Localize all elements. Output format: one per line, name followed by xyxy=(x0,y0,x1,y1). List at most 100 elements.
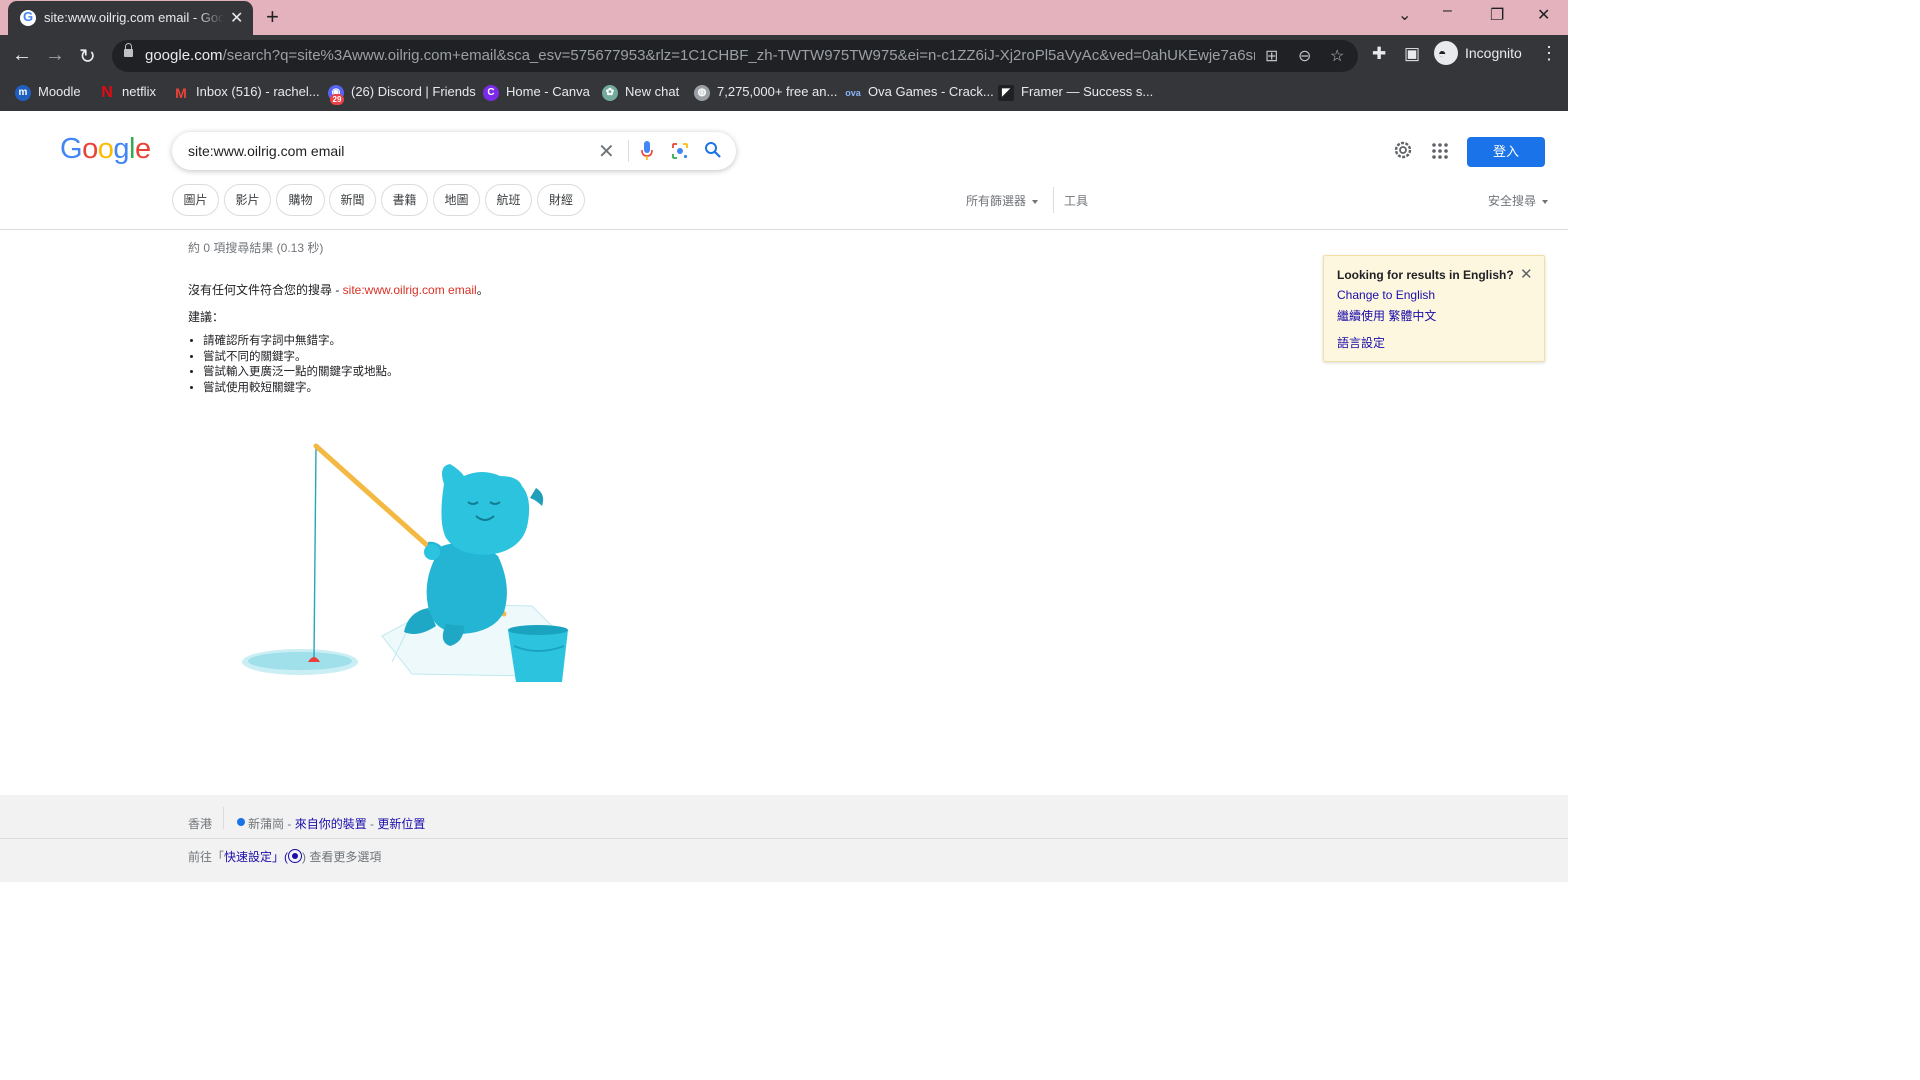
language-suggestion-card: Looking for results in English? ✕ Change… xyxy=(1323,255,1545,362)
language-card-title: Looking for results in English? xyxy=(1337,268,1514,282)
dropdown-arrow-icon xyxy=(1032,199,1039,204)
reload-icon[interactable]: ↻ xyxy=(79,44,96,69)
close-card-icon[interactable]: ✕ xyxy=(1520,265,1533,283)
chip-books[interactable]: 書籍 xyxy=(381,184,428,216)
browser-toolbar: ← → ↻ google.com/search?q=site%3Awww.oil… xyxy=(0,35,1568,77)
quick-settings-link[interactable]: 快速設定」( xyxy=(224,850,288,864)
bookmark-label: Ova Games - Crack... xyxy=(868,84,994,99)
location-name: 新蒲崗 xyxy=(248,817,285,831)
moodle-icon: m xyxy=(15,85,31,101)
settings-gear-icon[interactable] xyxy=(1392,139,1414,161)
no-results-prefix: 沒有任何文件符合您的搜尋 - xyxy=(188,283,343,297)
suggestions-heading: 建議： xyxy=(188,310,225,324)
url-text[interactable]: google.com/search?q=site%3Awww.oilrig.co… xyxy=(145,47,1255,64)
bookmarks-bar: m Moodle N netflix M Inbox (516) - rache… xyxy=(0,77,1568,111)
update-location-link[interactable]: 更新位置 xyxy=(377,817,425,831)
bookmark-label: Home - Canva xyxy=(506,84,590,99)
zoom-icon[interactable]: ⊖ xyxy=(1298,46,1311,66)
suggestion-item: 嘗試不同的關鍵字。 xyxy=(203,350,399,366)
discord-badge: 29 xyxy=(330,94,344,105)
netflix-icon: N xyxy=(101,84,113,101)
page-footer: 香港 新蒲崗 - 來自你的裝置 - 更新位置 前往「快速設定」( ) 查看更多選項 xyxy=(0,795,1568,882)
side-panel-icon[interactable]: ▣ xyxy=(1404,44,1420,64)
minimize-icon[interactable]: – xyxy=(1443,2,1452,20)
restore-icon[interactable]: ❐ xyxy=(1490,5,1504,25)
lens-search-icon[interactable] xyxy=(671,142,689,160)
close-window-icon[interactable]: ✕ xyxy=(1537,5,1550,25)
logo-letter: o xyxy=(82,133,98,165)
framer-icon: ◤ xyxy=(998,85,1014,101)
tab-close-icon[interactable]: ✕ xyxy=(230,8,243,28)
bookmark-label: Moodle xyxy=(38,84,81,99)
address-bar[interactable]: google.com/search?q=site%3Awww.oilrig.co… xyxy=(112,40,1358,72)
chip-finance[interactable]: 財經 xyxy=(537,184,585,216)
chrome-menu-icon[interactable]: ⋮ xyxy=(1540,43,1558,64)
dropdown-arrow-icon xyxy=(1542,199,1549,204)
suggestion-item: 請確認所有字詞中無錯字。 xyxy=(203,334,399,350)
google-logo[interactable]: Google xyxy=(60,133,151,166)
bookmark-label: Framer — Success s... xyxy=(1021,84,1154,99)
chip-flights[interactable]: 航班 xyxy=(485,184,532,216)
no-results-suffix: 。 xyxy=(476,283,489,297)
quick-settings-gear-icon xyxy=(288,849,303,863)
from-device-link[interactable]: 來自你的裝置 xyxy=(295,817,367,831)
back-icon[interactable]: ← xyxy=(12,44,32,67)
extensions-icon[interactable]: ✚ xyxy=(1372,44,1386,64)
footer-suffix: ) 查看更多選項 xyxy=(302,850,382,864)
logo-letter: g xyxy=(113,133,129,165)
footer-location: 新蒲崗 - 來自你的裝置 - 更新位置 xyxy=(248,815,425,832)
new-tab-button[interactable]: + xyxy=(266,4,279,30)
language-settings-link[interactable]: 語言設定 xyxy=(1337,334,1385,351)
search-input[interactable]: site:www.oilrig.com email xyxy=(188,143,344,159)
canva-icon: C xyxy=(483,85,499,101)
chatgpt-icon: ✿ xyxy=(602,85,618,101)
lock-icon[interactable] xyxy=(124,43,133,57)
safesearch-dropdown[interactable]: 安全搜尋 xyxy=(1488,192,1549,209)
footer-location-row: 香港 新蒲崗 - 來自你的裝置 - 更新位置 xyxy=(0,795,1568,839)
forward-icon[interactable]: → xyxy=(45,44,65,67)
ova-icon: ova xyxy=(845,88,861,98)
bookmark-label: (26) Discord | Friends xyxy=(351,84,476,99)
dash-separator: - xyxy=(366,817,378,831)
bookmark-label: Inbox (516) - rachel... xyxy=(196,84,320,99)
footer-settings-row: 前往「快速設定」( ) 查看更多選項 xyxy=(188,848,381,865)
logo-letter: G xyxy=(60,133,83,165)
filters-divider xyxy=(1053,187,1054,213)
search-box[interactable]: site:www.oilrig.com email ✕ xyxy=(172,132,736,170)
suggestion-item: 嘗試輸入更廣泛一點的關鍵字或地點。 xyxy=(203,365,399,381)
bookmark-label: 7,275,000+ free an... xyxy=(717,84,838,99)
google-apps-icon[interactable] xyxy=(1431,142,1449,160)
tab-title: site:www.oilrig.com email - Google xyxy=(44,10,224,25)
result-stats: 約 0 項搜尋結果 (0.13 秒) xyxy=(188,241,324,255)
all-filters-dropdown[interactable]: 所有篩選器 xyxy=(966,192,1039,209)
clear-search-icon[interactable]: ✕ xyxy=(598,139,615,164)
browser-tab-active[interactable]: G site:www.oilrig.com email - Google ✕ xyxy=(8,1,253,35)
gmail-icon: M xyxy=(175,85,187,101)
search-divider xyxy=(628,140,629,162)
sign-in-button[interactable]: 登入 xyxy=(1467,137,1545,167)
no-results-query: site:www.oilrig.com email xyxy=(342,283,477,297)
no-results-message: 沒有任何文件符合您的搜尋 - site:www.oilrig.com email… xyxy=(188,281,489,298)
bookmark-label: netflix xyxy=(122,84,156,99)
footer-divider xyxy=(223,807,224,829)
translate-icon[interactable]: ⊞ xyxy=(1265,46,1278,66)
bookmark-star-icon[interactable]: ☆ xyxy=(1330,46,1344,66)
globe-icon: ◍ xyxy=(694,85,710,101)
keep-chinese-link[interactable]: 繼續使用 繁體中文 xyxy=(1337,307,1436,324)
tab-search-icon[interactable]: ⌄ xyxy=(1398,5,1411,25)
fishing-monster-illustration xyxy=(242,443,568,682)
chip-shopping[interactable]: 購物 xyxy=(276,184,325,216)
google-header: Google site:www.oilrig.com email ✕ 登入 圖片… xyxy=(0,111,1568,230)
bookmark-label: New chat xyxy=(625,84,680,99)
tools-button[interactable]: 工具 xyxy=(1064,192,1088,209)
chip-news[interactable]: 新聞 xyxy=(329,184,376,216)
chip-videos[interactable]: 影片 xyxy=(224,184,271,216)
footer-prefix: 前往「 xyxy=(188,850,225,864)
logo-letter: o xyxy=(97,133,114,165)
voice-search-icon[interactable] xyxy=(640,140,654,162)
change-to-english-link[interactable]: Change to English xyxy=(1337,288,1435,302)
search-icon[interactable] xyxy=(704,141,722,159)
chip-images[interactable]: 圖片 xyxy=(172,184,219,216)
chip-maps[interactable]: 地圖 xyxy=(433,184,480,216)
footer-region: 香港 xyxy=(188,817,213,831)
